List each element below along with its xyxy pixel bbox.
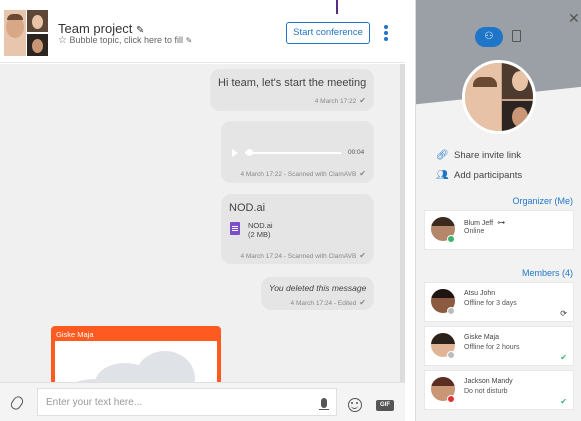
file-details[interactable]: NOD.ai (2 MB) bbox=[248, 221, 273, 239]
image-cloud bbox=[135, 351, 195, 382]
avatar-tile-1 bbox=[4, 10, 26, 56]
file-title: NOD.ai bbox=[229, 202, 266, 214]
presence-dot bbox=[447, 235, 455, 243]
audio-progress-knob[interactable] bbox=[246, 149, 253, 156]
organizer-card[interactable]: Blum Jeff ⊶ Online bbox=[424, 210, 574, 250]
conversation-title[interactable]: Team project ✎ bbox=[58, 21, 144, 36]
member-card[interactable]: Jackson Mandy Do not disturb ✔ bbox=[424, 370, 574, 410]
member-name: Jackson Mandy bbox=[464, 378, 513, 385]
member-status: Do not disturb bbox=[464, 388, 508, 395]
check-icon: ✔ bbox=[560, 397, 567, 406]
message-text: You deleted this message bbox=[269, 283, 367, 293]
check-icon: ✔ bbox=[359, 169, 366, 178]
document-icon[interactable] bbox=[230, 222, 240, 235]
kebab-menu-icon[interactable] bbox=[381, 24, 391, 42]
title-text: Team project bbox=[58, 21, 133, 36]
audio-progress-track[interactable] bbox=[245, 152, 341, 154]
avatar-tile-2 bbox=[27, 10, 48, 32]
message-composer: GIF bbox=[0, 382, 405, 421]
check-icon: ✔ bbox=[359, 251, 366, 260]
add-person-icon: 👥︎ bbox=[436, 170, 449, 181]
start-conference-button[interactable]: Start conference bbox=[286, 22, 370, 44]
sender-name: Giske Maja bbox=[56, 330, 94, 339]
pencil-icon: ✎ bbox=[185, 36, 193, 45]
conversation-header: Team project ✎ ☆ Bubble topic, click her… bbox=[0, 0, 405, 63]
people-tab-icon[interactable]: ⚇ bbox=[475, 27, 503, 47]
members-heading: Members (4) bbox=[521, 268, 573, 278]
emoji-icon[interactable] bbox=[348, 398, 362, 412]
group-avatar-large bbox=[462, 60, 536, 134]
message-meta: 4 March 17:24 - Scanned with ClamAVB ✔ bbox=[240, 251, 366, 260]
member-card[interactable]: Giske Maja Offline for 2 hours ✔ bbox=[424, 326, 574, 366]
presence-dot bbox=[447, 307, 455, 315]
audio-message-bubble[interactable]: 00:04 4 March 17:22 - Scanned with ClamA… bbox=[221, 121, 374, 183]
message-text: Hi team, let's start the meeting bbox=[218, 77, 367, 89]
link-icon: 🔗︎ bbox=[436, 150, 449, 161]
message-input[interactable] bbox=[46, 390, 306, 414]
paperclip-icon[interactable] bbox=[8, 394, 26, 412]
member-name: Blum Jeff ⊶ bbox=[464, 218, 506, 227]
check-icon: ✔ bbox=[359, 298, 366, 307]
message-input-wrapper bbox=[37, 388, 337, 416]
organizer-heading: Organizer (Me) bbox=[512, 196, 573, 206]
avatar-tile-3 bbox=[27, 34, 48, 56]
message-list[interactable]: Hi team, let's start the meeting 4 March… bbox=[0, 64, 405, 382]
message-meta: 4 March 17:22 ✔ bbox=[314, 96, 366, 105]
microphone-icon[interactable] bbox=[319, 398, 329, 410]
sync-icon: ⟳ bbox=[560, 309, 567, 318]
scrollbar[interactable] bbox=[400, 64, 405, 382]
audio-duration: 00:04 bbox=[348, 149, 365, 156]
share-invite-link[interactable]: 🔗︎ Share invite link bbox=[436, 150, 521, 161]
participants-panel: ✕ ⚇ 🔗︎ Share invite link 👥︎ Add participan… bbox=[415, 0, 581, 421]
presence-dot bbox=[447, 395, 455, 403]
check-icon: ✔ bbox=[560, 353, 567, 362]
play-icon[interactable] bbox=[232, 149, 238, 157]
member-status: Online bbox=[464, 228, 485, 235]
files-tab-icon[interactable] bbox=[512, 30, 521, 42]
file-message-bubble[interactable]: NOD.ai NOD.ai (2 MB) 4 March 17:24 - Sca… bbox=[221, 194, 374, 264]
add-participants[interactable]: 👥︎ Add participants bbox=[436, 170, 522, 181]
member-status: Offline for 3 days bbox=[464, 300, 517, 307]
deleted-message-bubble[interactable]: You deleted this message 4 March 17:24 -… bbox=[261, 277, 374, 310]
group-avatar[interactable] bbox=[4, 10, 48, 56]
file-size: (2 MB) bbox=[248, 230, 271, 239]
message-meta: 4 March 17:24 - Edited ✔ bbox=[290, 298, 366, 307]
key-icon: ⊶ bbox=[497, 218, 506, 227]
pointer-marker bbox=[336, 0, 338, 14]
star-icon[interactable]: ☆ bbox=[58, 35, 67, 46]
member-name: Giske Maja bbox=[464, 334, 500, 341]
incoming-image-message[interactable]: Giske Maja bbox=[51, 326, 221, 382]
file-name: NOD.ai bbox=[248, 221, 273, 230]
bubble-topic[interactable]: ☆ Bubble topic, click here to fill ✎ bbox=[58, 35, 192, 46]
gif-icon[interactable]: GIF bbox=[376, 400, 394, 411]
check-icon: ✔ bbox=[359, 96, 366, 105]
message-meta: 4 March 17:22 - Scanned with ClamAVB ✔ bbox=[240, 169, 366, 178]
member-card[interactable]: Atsu John Offline for 3 days ⟳ bbox=[424, 282, 574, 322]
message-bubble[interactable]: Hi team, let's start the meeting 4 March… bbox=[210, 69, 374, 111]
member-name: Atsu John bbox=[464, 290, 496, 297]
member-status: Offline for 2 hours bbox=[464, 344, 520, 351]
close-icon[interactable]: ✕ bbox=[568, 10, 580, 27]
image-preview[interactable] bbox=[55, 341, 217, 382]
topic-text: Bubble topic, click here to fill bbox=[69, 35, 184, 45]
presence-dot bbox=[447, 351, 455, 359]
